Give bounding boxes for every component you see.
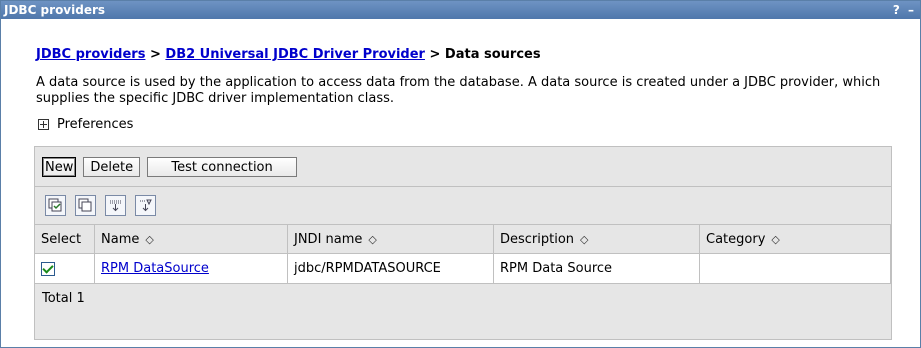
select-all-icon[interactable] bbox=[45, 195, 66, 216]
preferences-label: Preferences bbox=[57, 117, 134, 132]
description-cell: RPM Data Source bbox=[493, 253, 700, 284]
sort-icon[interactable]: ◇ bbox=[771, 233, 779, 246]
delete-button[interactable]: Delete bbox=[83, 156, 141, 177]
table-row: RPM DataSource jdbc/RPMDATASOURCE RPM Da… bbox=[35, 253, 891, 284]
deselect-all-icon[interactable] bbox=[75, 195, 96, 216]
table-header-row: Select Name ◇ JNDI name ◇ Description ◇ Cat… bbox=[35, 225, 891, 254]
breadcrumb-db2-provider-link[interactable]: DB2 Universal JDBC Driver Provider bbox=[165, 47, 425, 62]
sort-icon[interactable]: ◇ bbox=[368, 233, 376, 246]
clear-filter-icon[interactable] bbox=[135, 195, 156, 216]
table-toolbar bbox=[35, 187, 891, 225]
sort-icon[interactable]: ◇ bbox=[580, 233, 588, 246]
breadcrumb-current: Data sources bbox=[444, 47, 541, 62]
select-cell bbox=[35, 253, 95, 284]
column-header-description[interactable]: Description ◇ bbox=[493, 225, 700, 254]
name-cell: RPM DataSource bbox=[94, 253, 288, 284]
button-bar: New Delete Test connection bbox=[35, 147, 891, 187]
total-count: Total 1 bbox=[42, 291, 85, 306]
datasource-name-link[interactable]: RPM DataSource bbox=[101, 261, 209, 276]
column-header-name[interactable]: Name ◇ bbox=[94, 225, 288, 254]
jndi-cell: jdbc/RPMDATASOURCE bbox=[287, 253, 494, 284]
test-connection-button[interactable]: Test connection bbox=[147, 156, 298, 177]
breadcrumb: JDBC providers > DB2 Universal JDBC Driv… bbox=[36, 47, 890, 62]
category-cell bbox=[699, 253, 891, 284]
help-icon[interactable]: ? bbox=[893, 3, 900, 17]
row-select-checkbox[interactable] bbox=[41, 261, 55, 276]
column-header-category[interactable]: Category ◇ bbox=[699, 225, 891, 254]
breadcrumb-jdbc-providers-link[interactable]: JDBC providers bbox=[36, 47, 145, 62]
minimize-icon[interactable]: – bbox=[908, 3, 914, 17]
breadcrumb-separator: > bbox=[424, 47, 445, 62]
column-header-jndi-name[interactable]: JNDI name ◇ bbox=[287, 225, 494, 254]
data-sources-table: Select Name ◇ JNDI name ◇ Description ◇ Cat… bbox=[35, 225, 891, 284]
column-header-select: Select bbox=[35, 225, 95, 254]
preferences-toggle[interactable]: Preferences bbox=[36, 117, 890, 132]
page-content: JDBC providers > DB2 Universal JDBC Driv… bbox=[36, 47, 890, 132]
title-bar: JDBC providers ? – bbox=[1, 1, 920, 19]
page-description: A data source is used by the application… bbox=[36, 75, 881, 106]
sort-icon[interactable]: ◇ bbox=[145, 233, 153, 246]
new-button[interactable]: New bbox=[42, 156, 77, 177]
expand-icon[interactable] bbox=[38, 119, 49, 130]
breadcrumb-separator: > bbox=[145, 47, 166, 62]
data-sources-collection: New Delete Test connection Select Name ◇ … bbox=[34, 146, 892, 340]
window-title: JDBC providers bbox=[4, 3, 106, 17]
show-filter-icon[interactable] bbox=[105, 195, 126, 216]
